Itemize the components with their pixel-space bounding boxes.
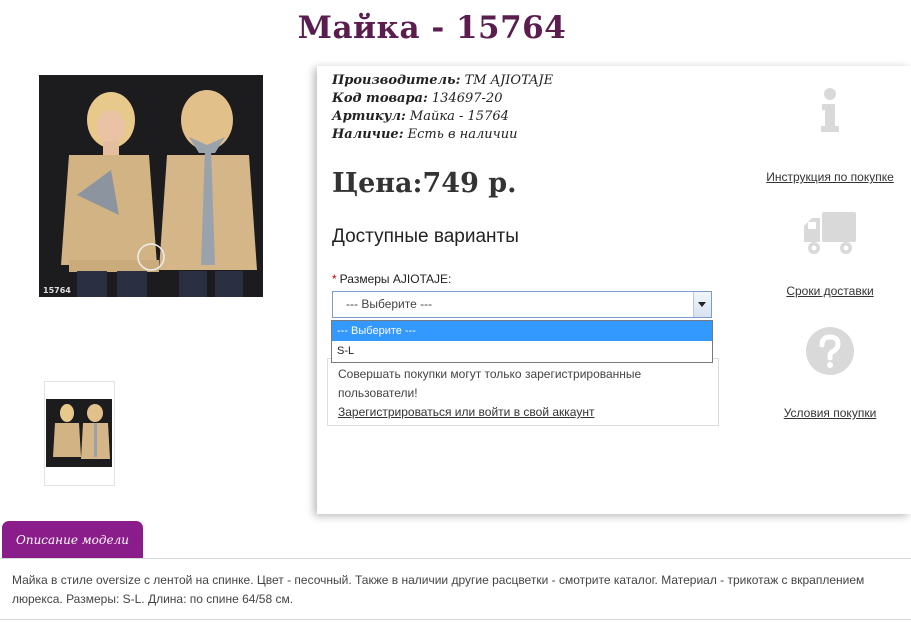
truck-icon xyxy=(804,212,856,254)
terms-link[interactable]: Условия покупки xyxy=(784,406,877,420)
product-title: Майка - 15764 xyxy=(297,10,567,46)
code-value: 134697-20 xyxy=(431,91,503,106)
size-select[interactable]: --- Выберите --- xyxy=(332,291,712,318)
chevron-down-icon[interactable] xyxy=(693,292,711,317)
info-icon xyxy=(821,88,839,132)
required-mark: * xyxy=(332,272,337,286)
article-row: Артикул: Майка - 15764 xyxy=(332,108,553,126)
image-code: 15764 xyxy=(43,286,71,295)
size-dropdown-list[interactable]: --- Выберите --- S-L xyxy=(331,320,713,363)
manufacturer-value: ТМ AJIOTAJE xyxy=(464,73,554,88)
manufacturer-label: Производитель: xyxy=(332,73,461,88)
price: Цена:749 р. xyxy=(332,168,517,199)
login-link[interactable]: Зарегистрироваться или войти в свой акка… xyxy=(338,405,594,419)
code-label: Код товара: xyxy=(332,91,428,106)
code-row: Код товара: 134697-20 xyxy=(332,90,553,108)
product-image[interactable]: 15764 xyxy=(39,75,263,297)
product-photo xyxy=(39,75,263,297)
product-info-panel: Производитель: ТМ AJIOTAJE Код товара: 1… xyxy=(317,66,911,514)
product-thumbnail[interactable] xyxy=(44,381,115,486)
manufacturer-row: Производитель: ТМ AJIOTAJE xyxy=(332,72,553,90)
product-meta: Производитель: ТМ AJIOTAJE Код товара: 1… xyxy=(332,72,553,144)
stock-label: Наличие: xyxy=(332,127,404,142)
article-label: Артикул: xyxy=(332,109,406,124)
instructions-link[interactable]: Инструкция по покупке xyxy=(766,170,894,184)
size-option[interactable]: --- Выберите --- xyxy=(332,321,712,341)
terms-block: Условия покупки xyxy=(755,326,905,422)
delivery-block: Сроки доставки xyxy=(755,210,905,300)
stock-value: Есть в наличии xyxy=(407,127,518,142)
size-select-value: --- Выберите --- xyxy=(346,297,433,311)
variants-heading: Доступные варианты xyxy=(332,226,519,247)
notice-text: Совершать покупки могут только зарегистр… xyxy=(338,367,642,400)
login-notice: Совершать покупки могут только зарегистр… xyxy=(327,358,719,426)
tab-description[interactable]: Описание модели xyxy=(2,521,143,558)
size-label: * Размеры AJIOTAJE: xyxy=(332,272,451,286)
description-text: Майка в стиле oversize с лентой на спинк… xyxy=(0,558,911,620)
article-value: Майка - 15764 xyxy=(409,109,509,124)
delivery-link[interactable]: Сроки доставки xyxy=(786,284,873,298)
size-option[interactable]: S-L xyxy=(332,341,712,361)
question-icon xyxy=(806,327,854,375)
instructions-block: Инструкция по покупке xyxy=(755,86,905,186)
size-label-text: Размеры AJIOTAJE: xyxy=(339,272,452,286)
stock-row: Наличие: Есть в наличии xyxy=(332,126,553,144)
thumbnail-photo xyxy=(46,399,112,467)
